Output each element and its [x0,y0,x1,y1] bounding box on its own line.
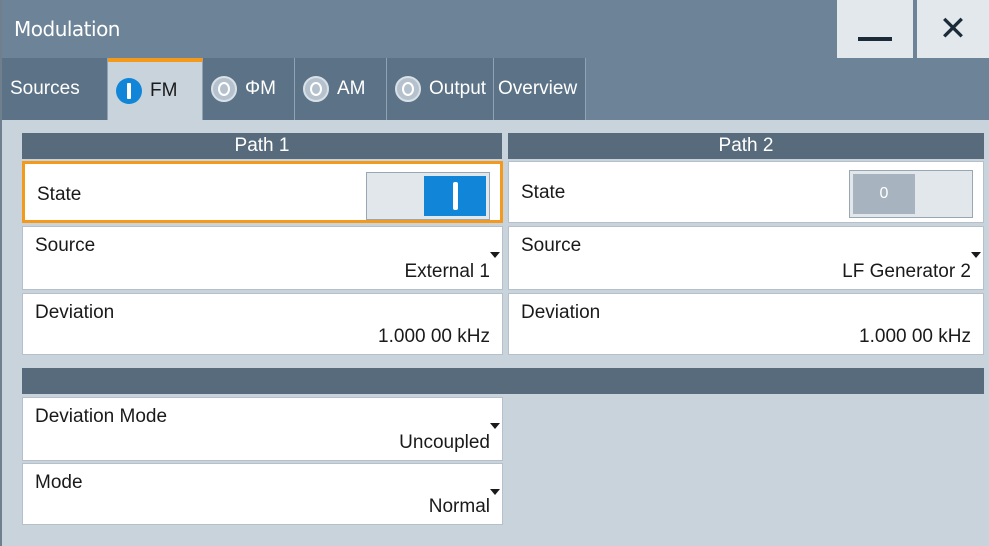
path1-source-field[interactable]: Source External 1 [22,226,503,290]
close-button[interactable]: ✕ [915,0,989,58]
tab-sources[interactable]: Sources [2,58,108,120]
tab-bar: Sources FM ΦM AM Output Overview [2,58,989,120]
path2-source-field[interactable]: Source LF Generator 2 [508,226,984,290]
state-off-icon [211,76,237,102]
tab-fm[interactable]: FM [108,58,203,120]
common-header [22,368,984,394]
minimize-icon [858,37,892,41]
tab-label: Output [429,78,487,99]
path1-deviation-value: 1.000 00 kHz [378,326,490,347]
mode-label: Mode [35,472,83,493]
close-icon: ✕ [938,9,968,49]
tab-label: Sources [10,78,80,99]
deviation-mode-value: Uncoupled [399,432,490,453]
path2-deviation-value: 1.000 00 kHz [859,326,971,347]
path1-source-value: External 1 [404,261,490,282]
path1-source-label: Source [35,235,96,256]
window-title: Modulation [14,17,121,41]
toggle-on-icon [424,176,486,216]
dropdown-arrow-icon [490,489,500,495]
path2-source-value: LF Generator 2 [842,261,971,282]
path1-state-field[interactable]: State [22,161,503,223]
tab-phim[interactable]: ΦM [203,58,295,120]
tab-overview[interactable]: Overview [494,58,586,120]
path1-deviation-label: Deviation [35,302,115,323]
path1-state-toggle[interactable] [366,172,490,220]
path2-deviation-field[interactable]: Deviation 1.000 00 kHz [508,293,984,355]
deviation-mode-label: Deviation Mode [35,406,168,427]
state-off-icon [303,76,329,102]
dropdown-arrow-icon [490,423,500,429]
path2-header: Path 2 [508,133,984,159]
state-on-icon [116,78,142,104]
tab-label: FM [150,80,178,101]
path1-deviation-field[interactable]: Deviation 1.000 00 kHz [22,293,503,355]
tab-output[interactable]: Output [387,58,494,120]
modulation-dialog: Modulation ✕ Sources FM ΦM AM Output Ove… [0,0,989,546]
path2-state-label: State [521,182,566,203]
path2-deviation-label: Deviation [521,302,601,323]
path2-state-field[interactable]: State 0 [508,161,984,223]
deviation-mode-field[interactable]: Deviation Mode Uncoupled [22,397,503,461]
mode-field[interactable]: Mode Normal [22,463,503,525]
dropdown-arrow-icon [490,252,500,258]
dropdown-arrow-icon [971,252,981,258]
path2-source-label: Source [521,235,582,256]
tab-label: Overview [498,78,578,99]
path1-header: Path 1 [22,133,502,159]
path1-state-label: State [37,184,82,205]
state-off-icon [395,76,421,102]
minimize-button[interactable] [835,0,913,58]
title-bar: Modulation ✕ [2,0,989,58]
path2-state-value: 0 [853,174,915,214]
tab-label: AM [337,78,366,99]
mode-value: Normal [428,496,490,517]
tab-label: ΦM [245,78,276,99]
path2-state-toggle[interactable]: 0 [849,170,973,218]
tab-am[interactable]: AM [295,58,387,120]
